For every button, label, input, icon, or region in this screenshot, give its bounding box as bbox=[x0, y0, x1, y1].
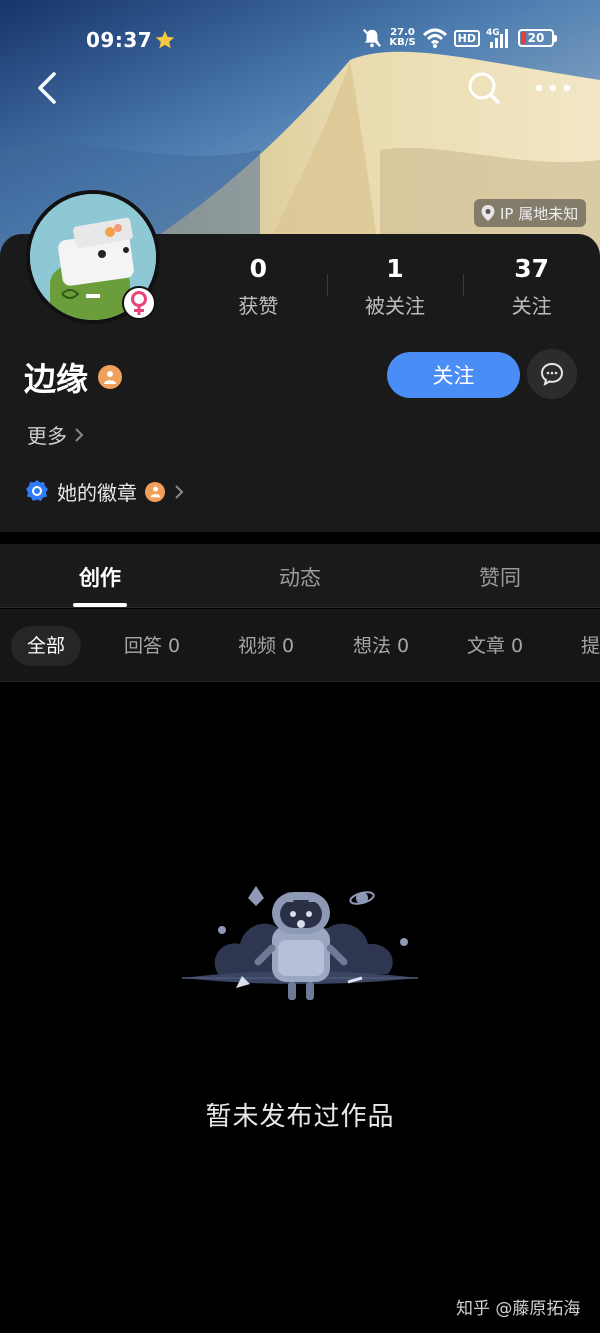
message-button[interactable] bbox=[527, 349, 577, 399]
follow-button[interactable]: 关注 bbox=[387, 352, 520, 398]
stat-followers[interactable]: 1 被关注 bbox=[326, 252, 464, 326]
badges-label: 她的徽章 bbox=[57, 481, 137, 505]
person-icon bbox=[104, 371, 117, 384]
search-icon bbox=[468, 72, 500, 104]
stat-value: 0 bbox=[249, 254, 268, 283]
active-tab-indicator bbox=[73, 603, 127, 607]
badges-link[interactable]: 她的徽章 bbox=[25, 477, 185, 506]
gender-badge bbox=[122, 286, 156, 320]
chevron-right-icon bbox=[175, 484, 184, 499]
filter-chips: 全部 回答 0 视频 0 想法 0 文章 0 提 bbox=[0, 609, 600, 682]
battery-fill bbox=[521, 32, 526, 44]
more-info-link[interactable]: 更多 bbox=[27, 420, 85, 449]
tab-upvotes[interactable]: 赞同 bbox=[400, 562, 600, 592]
user-level-badge[interactable] bbox=[98, 365, 123, 389]
stat-label: 获赞 bbox=[238, 294, 279, 318]
hd-badge: HD bbox=[453, 29, 480, 47]
star-icon bbox=[155, 30, 175, 49]
battery-icon: 20 bbox=[518, 29, 557, 47]
filter-videos[interactable]: 视频 0 bbox=[238, 626, 294, 666]
status-time: 09:37 bbox=[86, 28, 153, 52]
back-button[interactable] bbox=[30, 68, 70, 108]
ip-location-badge: IP 属地未知 bbox=[474, 199, 587, 227]
chevron-right-icon bbox=[75, 427, 84, 442]
battery-level: 20 bbox=[527, 31, 545, 45]
chat-bubble-icon bbox=[540, 362, 564, 386]
tab-activity[interactable]: 动态 bbox=[200, 562, 400, 592]
user-name: 边缘 bbox=[24, 360, 89, 398]
network-type-label: 4G bbox=[486, 28, 500, 38]
stat-value: 37 bbox=[514, 254, 550, 283]
watermark: 知乎 @藤原拓海 bbox=[456, 1299, 581, 1319]
stat-label: 被关注 bbox=[365, 294, 425, 318]
filter-articles[interactable]: 文章 0 bbox=[467, 626, 523, 666]
empty-state-message: 暂未发布过作品 bbox=[205, 1102, 395, 1132]
net-speed-unit: KB/S bbox=[389, 37, 416, 48]
ip-location-text: IP 属地未知 bbox=[500, 204, 579, 223]
wifi-icon bbox=[422, 28, 447, 48]
filter-questions[interactable]: 提 bbox=[581, 626, 600, 666]
status-bar: 09:37 27.0 KB/S HD 4G 20 bbox=[0, 24, 600, 58]
stat-following[interactable]: 37 关注 bbox=[463, 252, 600, 326]
content-tabs: 创作 动态 赞同 bbox=[0, 544, 600, 608]
name-row: 边缘 bbox=[24, 354, 123, 400]
tab-creations[interactable]: 创作 bbox=[0, 562, 200, 592]
more-info-label: 更多 bbox=[27, 424, 67, 448]
empty-state-illustration bbox=[182, 886, 418, 1000]
status-icons: 27.0 KB/S HD 4G 20 bbox=[361, 26, 557, 50]
network-speed: 27.0 KB/S bbox=[389, 28, 415, 48]
location-pin-icon bbox=[481, 205, 495, 221]
stat-label: 关注 bbox=[511, 294, 552, 318]
filter-thoughts[interactable]: 想法 0 bbox=[353, 626, 409, 666]
filter-all[interactable]: 全部 bbox=[11, 626, 82, 666]
more-options-button[interactable] bbox=[530, 68, 576, 108]
search-button[interactable] bbox=[464, 68, 504, 108]
stat-likes[interactable]: 0 获赞 bbox=[190, 252, 327, 326]
person-icon bbox=[150, 486, 160, 498]
female-icon bbox=[131, 291, 147, 315]
medal-icon bbox=[26, 479, 48, 501]
profile-stats: 0 获赞 1 被关注 37 关注 bbox=[190, 252, 600, 326]
mute-bell-icon bbox=[363, 28, 382, 48]
chevron-left-icon bbox=[38, 72, 56, 104]
signal-icon: 4G bbox=[486, 28, 508, 48]
ellipsis-icon bbox=[535, 84, 571, 92]
stat-value: 1 bbox=[386, 254, 404, 283]
badge-thumbnail bbox=[145, 481, 165, 502]
filter-answers[interactable]: 回答 0 bbox=[124, 626, 180, 666]
